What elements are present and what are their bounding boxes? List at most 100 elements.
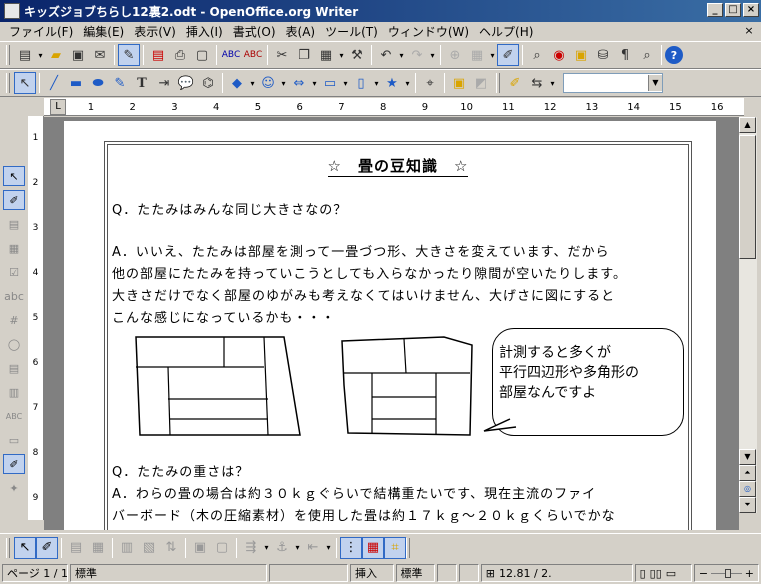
callouts-icon[interactable]: ▯: [350, 72, 372, 94]
vertical-scrollbar[interactable]: ▲ ▼ ⏶ ◎ ⏷: [739, 117, 757, 513]
draw-pen-icon[interactable]: ✐: [36, 536, 58, 559]
table-icon[interactable]: ▦: [466, 44, 488, 66]
spellcheck-icon[interactable]: ABC: [220, 44, 242, 66]
save-icon[interactable]: ▣: [67, 44, 89, 66]
stars-icon[interactable]: ★: [381, 72, 403, 94]
menu-edit[interactable]: 編集(E): [78, 23, 129, 40]
zoom-icon[interactable]: ⌕: [636, 44, 658, 66]
form-control-icon[interactable]: ▤: [3, 214, 25, 234]
navigation-icon[interactable]: ◎: [739, 481, 756, 497]
email-icon[interactable]: ✉: [89, 44, 111, 66]
select-arrow-icon[interactable]: ↖: [14, 536, 36, 559]
menu-table[interactable]: 表(A): [281, 23, 321, 40]
menu-help[interactable]: ヘルプ(H): [474, 23, 538, 40]
select-icon[interactable]: ↖: [3, 166, 25, 186]
zoom-track[interactable]: [711, 568, 742, 578]
horizontal-ruler[interactable]: L 1 2 3 4 5 6 7 8 9 10 11 12 13 14 15 16: [44, 98, 744, 116]
single-page-view-icon[interactable]: ▯: [640, 567, 646, 580]
new-document-icon[interactable]: ▤: [14, 44, 36, 66]
alignment-icon[interactable]: ⇤: [302, 537, 324, 559]
text-icon[interactable]: T: [131, 72, 153, 94]
block-arrows-icon[interactable]: ⇔: [288, 72, 310, 94]
callout-bubble[interactable]: 計測すると多くが 平行四辺形や多角形の 部屋なんですよ: [492, 328, 684, 436]
flowchart-icon[interactable]: ▭: [319, 72, 341, 94]
text-box-icon[interactable]: ABC: [3, 406, 25, 426]
fontwork-icon[interactable]: ⌬: [197, 72, 219, 94]
combo-arrow-icon[interactable]: ▼: [648, 75, 662, 91]
redo-dropdown-arrow[interactable]: ▾: [428, 51, 437, 60]
toolbar-grip[interactable]: [6, 45, 10, 65]
page-preview-icon[interactable]: ▢: [191, 44, 213, 66]
new-dropdown-arrow[interactable]: ▾: [36, 51, 45, 60]
checkbox-icon[interactable]: ☑: [3, 262, 25, 282]
hyperlink-icon[interactable]: ⊕: [444, 44, 466, 66]
print-icon[interactable]: ⎙: [169, 44, 191, 66]
multi-page-view-icon[interactable]: ▯▯: [650, 567, 662, 580]
line-style-dropdown[interactable]: ▾: [548, 79, 557, 88]
toolbar-end-grip[interactable]: [496, 73, 500, 93]
paste-icon[interactable]: ▦: [315, 44, 337, 66]
table-dropdown-arrow[interactable]: ▾: [488, 51, 497, 60]
zoom-out-icon[interactable]: −: [699, 567, 708, 580]
close-window-button[interactable]: ×: [743, 3, 759, 17]
room-diagram-2[interactable]: [340, 335, 480, 439]
show-draw-functions-icon[interactable]: ✐: [497, 44, 519, 66]
undo-icon[interactable]: ↶: [375, 44, 397, 66]
activation-order-icon[interactable]: ⇅: [160, 537, 182, 559]
room-diagram-1[interactable]: [134, 335, 304, 439]
scrollbar-thumb[interactable]: [739, 135, 756, 259]
undo-dropdown-arrow[interactable]: ▾: [397, 51, 406, 60]
display-grid-icon[interactable]: ⋮: [340, 536, 362, 559]
paste-dropdown-arrow[interactable]: ▾: [337, 51, 346, 60]
rectangle-icon[interactable]: ▬: [65, 72, 87, 94]
snap-to-grid-icon[interactable]: ▦: [362, 536, 384, 559]
close-document-button[interactable]: ×: [741, 24, 757, 38]
anchor-icon[interactable]: ⚓: [271, 537, 293, 559]
add-field-icon[interactable]: ▧: [138, 537, 160, 559]
points-icon[interactable]: ⌖: [419, 72, 441, 94]
autospellcheck-icon[interactable]: ABC: [242, 44, 264, 66]
callout-icon[interactable]: 💬: [175, 72, 197, 94]
export-pdf-icon[interactable]: ▤: [147, 44, 169, 66]
group-box-icon[interactable]: ▭: [3, 430, 25, 450]
stars-dropdown[interactable]: ▾: [403, 79, 412, 88]
menu-file[interactable]: ファイル(F): [4, 23, 78, 40]
next-page-icon[interactable]: ⏷: [739, 497, 756, 513]
freeform-icon[interactable]: ✎: [109, 72, 131, 94]
numeric-field-icon[interactable]: #: [3, 310, 25, 330]
flowchart-dropdown[interactable]: ▾: [341, 79, 350, 88]
nonprinting-characters-icon[interactable]: ¶: [614, 44, 636, 66]
selection-mode-indicator[interactable]: 標準: [395, 564, 436, 582]
text-frame[interactable]: ☆ 畳の豆知識 ☆ Q．たたみはみんな同じ大きさなの？ A．いいえ、たたみは部屋…: [104, 141, 692, 530]
line-style-icon[interactable]: ⇆: [526, 72, 548, 94]
position-dropdown[interactable]: ▾: [262, 543, 271, 552]
form-properties-icon[interactable]: ▦: [87, 537, 109, 559]
gallery-icon[interactable]: ▣: [570, 44, 592, 66]
page-style-indicator[interactable]: 標準: [70, 564, 268, 582]
toolbar-end-grip[interactable]: [406, 537, 410, 558]
draw-functions-icon[interactable]: ✐: [3, 190, 25, 210]
list-box-icon[interactable]: ▤: [3, 358, 25, 378]
basic-shapes-icon[interactable]: ◆: [226, 72, 248, 94]
extrusion-icon[interactable]: ◩: [470, 72, 492, 94]
redo-icon[interactable]: ↷: [406, 44, 428, 66]
copy-icon[interactable]: ❐: [293, 44, 315, 66]
line-width-combo[interactable]: ▼: [563, 73, 663, 93]
callouts-dropdown[interactable]: ▾: [372, 79, 381, 88]
view-layout-buttons[interactable]: ▯ ▯▯ ▭: [634, 564, 692, 582]
basic-shapes-dropdown[interactable]: ▾: [248, 79, 257, 88]
option-button-icon[interactable]: ◯: [3, 334, 25, 354]
writer-app-icon[interactable]: [4, 3, 20, 19]
menu-window[interactable]: ウィンドウ(W): [383, 23, 474, 40]
ellipse-icon[interactable]: ⬬: [87, 72, 109, 94]
edit-file-icon[interactable]: ✎: [118, 44, 140, 66]
menu-tools[interactable]: ツール(T): [320, 23, 383, 40]
symbol-shapes-dropdown[interactable]: ▾: [279, 79, 288, 88]
vertical-text-icon[interactable]: ⇥: [153, 72, 175, 94]
minimize-button[interactable]: _: [707, 3, 723, 17]
zoom-in-icon[interactable]: +: [745, 567, 754, 580]
label-field-icon[interactable]: abc: [3, 286, 25, 306]
line-icon[interactable]: ╱: [43, 72, 65, 94]
maximize-button[interactable]: □: [725, 3, 741, 17]
toolbar-grip[interactable]: [6, 537, 10, 558]
